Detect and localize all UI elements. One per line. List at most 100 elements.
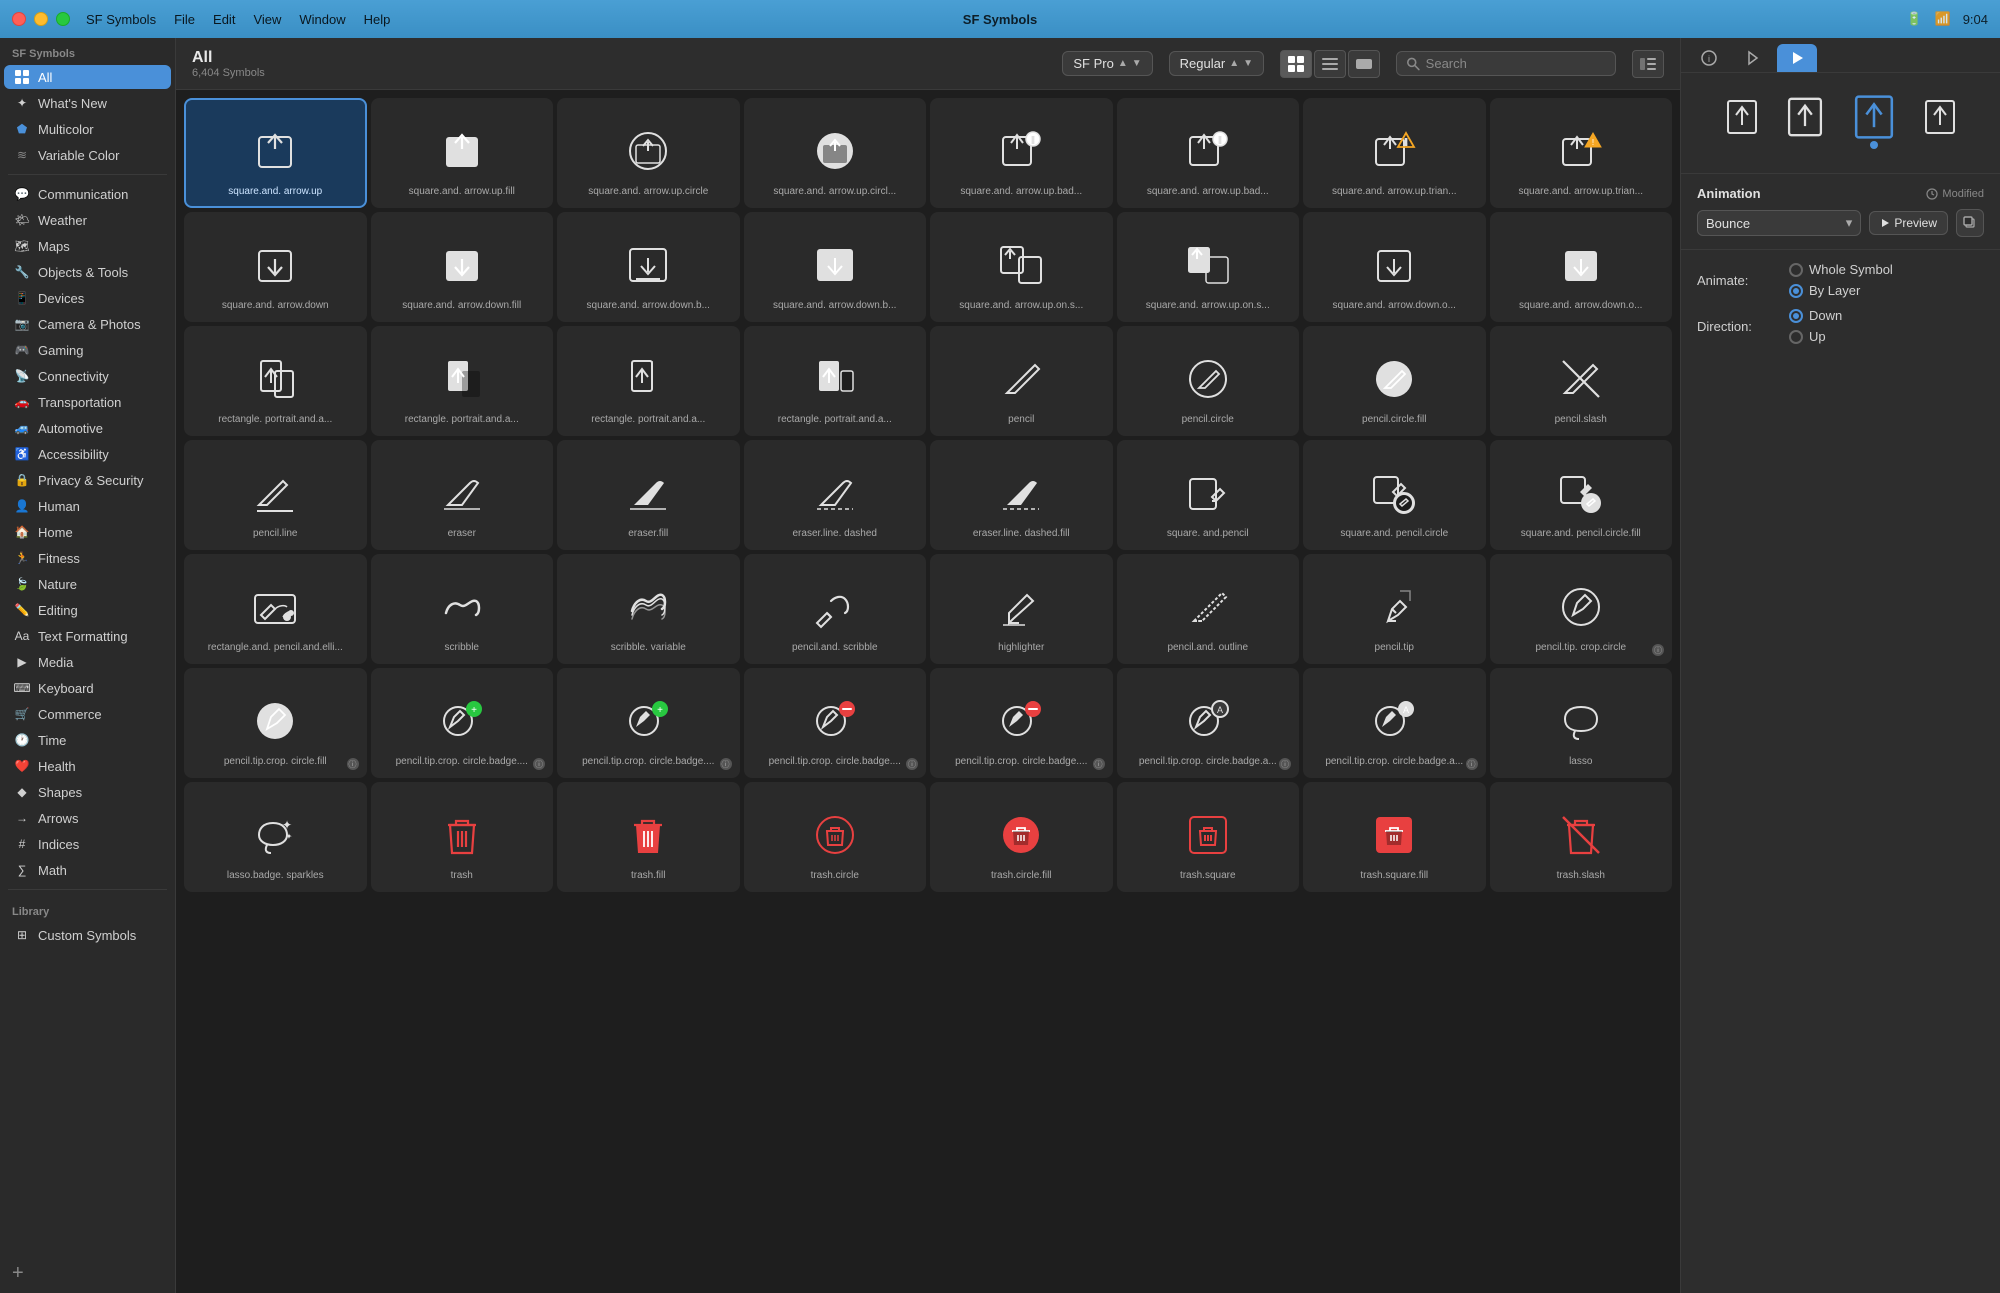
symbol-cell-share-down-o2[interactable]: square.and. arrow.down.o...: [1490, 212, 1673, 322]
symbol-cell-pencil-tip-badge-plus2[interactable]: +pencil.tip.crop. circle.badge....ⓘ: [557, 668, 740, 778]
sidebar-item-privacy[interactable]: 🔒 Privacy & Security: [4, 468, 171, 492]
symbol-cell-rect-portrait-a3[interactable]: rectangle. portrait.and.a...: [557, 326, 740, 436]
sidebar-item-maps[interactable]: 🗺 Maps: [4, 234, 171, 258]
sidebar-item-camera[interactable]: 📷 Camera & Photos: [4, 312, 171, 336]
sidebar-item-transportation[interactable]: 🚗 Transportation: [4, 390, 171, 414]
symbol-cell-trash-circle[interactable]: trash.circle: [744, 782, 927, 892]
symbol-cell-trash-square[interactable]: trash.square: [1117, 782, 1300, 892]
symbol-cell-pencil-scribble[interactable]: pencil.and. scribble: [744, 554, 927, 664]
animate-whole-symbol-option[interactable]: Whole Symbol: [1789, 262, 1893, 277]
symbol-cell-trash-square-fill[interactable]: trash.square.fill: [1303, 782, 1486, 892]
maximize-button[interactable]: [56, 12, 70, 26]
symbol-cell-rect-portrait-a2[interactable]: rectangle. portrait.and.a...: [371, 326, 554, 436]
grid-view-button[interactable]: [1280, 50, 1312, 78]
symbol-cell-eraser[interactable]: eraser: [371, 440, 554, 550]
sidebar-item-text-formatting[interactable]: Aa Text Formatting: [4, 624, 171, 648]
symbol-cell-pencil[interactable]: pencil: [930, 326, 1113, 436]
menu-file[interactable]: File: [174, 12, 195, 27]
sidebar-item-automotive[interactable]: 🚙 Automotive: [4, 416, 171, 440]
sidebar-item-commerce[interactable]: 🛒 Commerce: [4, 702, 171, 726]
symbol-cell-lasso[interactable]: lasso: [1490, 668, 1673, 778]
symbol-cell-pencil-tip-crop-fill[interactable]: pencil.tip.crop. circle.fillⓘ: [184, 668, 367, 778]
tab-play[interactable]: [1777, 44, 1817, 72]
preview-variant-3[interactable]: [1846, 89, 1902, 145]
symbol-cell-share-down-b2[interactable]: square.and. arrow.down.b...: [744, 212, 927, 322]
sidebar-item-connectivity[interactable]: 📡 Connectivity: [4, 364, 171, 388]
direction-down-option[interactable]: Down: [1789, 308, 1842, 323]
symbol-cell-trash-fill[interactable]: trash.fill: [557, 782, 740, 892]
symbol-cell-share-down-b[interactable]: square.and. arrow.down.b...: [557, 212, 740, 322]
search-input[interactable]: [1426, 56, 1605, 71]
direction-down-radio[interactable]: [1789, 309, 1803, 323]
symbol-cell-share-down[interactable]: square.and. arrow.down: [184, 212, 367, 322]
symbol-cell-pencil-tip-badge-a2[interactable]: Apencil.tip.crop. circle.badge.a...ⓘ: [1303, 668, 1486, 778]
search-bar[interactable]: [1396, 51, 1616, 76]
symbol-cell-rect-portrait-a4[interactable]: rectangle. portrait.and.a...: [744, 326, 927, 436]
symbol-cell-square-pencil-circle-fill[interactable]: square.and. pencil.circle.fill: [1490, 440, 1673, 550]
animation-type-select[interactable]: Bounce ▾: [1697, 210, 1861, 236]
animation-copy-button[interactable]: [1956, 209, 1984, 237]
sidebar-item-multicolor[interactable]: ⬟ Multicolor: [4, 117, 171, 141]
sidebar-item-accessibility[interactable]: ♿ Accessibility: [4, 442, 171, 466]
tab-info[interactable]: i: [1689, 44, 1729, 72]
sidebar-item-indices[interactable]: # Indices: [4, 832, 171, 856]
symbol-cell-share-up-badge2[interactable]: !square.and. arrow.up.bad...: [1117, 98, 1300, 208]
sidebar-item-whats-new[interactable]: ✦ What's New: [4, 91, 171, 115]
sidebar-item-variable-color[interactable]: ≋ Variable Color: [4, 143, 171, 167]
sidebar-item-arrows[interactable]: → Arrows: [4, 806, 171, 830]
sidebar-item-editing[interactable]: ✏️ Editing: [4, 598, 171, 622]
gallery-view-button[interactable]: [1348, 50, 1380, 78]
symbol-cell-pencil-slash[interactable]: pencil.slash: [1490, 326, 1673, 436]
sidebar-item-shapes[interactable]: ◆ Shapes: [4, 780, 171, 804]
symbol-cell-pencil-tip-badge-plus[interactable]: +pencil.tip.crop. circle.badge....ⓘ: [371, 668, 554, 778]
sidebar-item-home[interactable]: 🏠 Home: [4, 520, 171, 544]
close-button[interactable]: [12, 12, 26, 26]
sidebar-toggle-button[interactable]: [1632, 50, 1664, 78]
preview-variant-1[interactable]: [1720, 95, 1764, 139]
symbol-cell-share-up-triangle2[interactable]: !square.and. arrow.up.trian...: [1490, 98, 1673, 208]
font-selector[interactable]: SF Pro ▲ ▼: [1062, 51, 1152, 76]
add-library-button[interactable]: +: [0, 1254, 175, 1293]
symbol-cell-pencil-tip-badge-a[interactable]: Apencil.tip.crop. circle.badge.a...ⓘ: [1117, 668, 1300, 778]
symbol-cell-scribble-variable[interactable]: scribble. variable: [557, 554, 740, 664]
symbol-cell-highlighter[interactable]: highlighter: [930, 554, 1113, 664]
weight-selector[interactable]: Regular ▲ ▼: [1169, 51, 1264, 76]
sidebar-item-human[interactable]: 👤 Human: [4, 494, 171, 518]
animation-preview-button[interactable]: Preview: [1869, 211, 1948, 235]
symbol-cell-rect-portrait-a[interactable]: rectangle. portrait.and.a...: [184, 326, 367, 436]
symbol-cell-pencil-tip-badge-minus2[interactable]: pencil.tip.crop. circle.badge....ⓘ: [930, 668, 1113, 778]
symbol-cell-share-down-o[interactable]: square.and. arrow.down.o...: [1303, 212, 1486, 322]
symbol-cell-share-up-badge[interactable]: !square.and. arrow.up.bad...: [930, 98, 1113, 208]
symbol-cell-pencil-tip-badge-minus[interactable]: pencil.tip.crop. circle.badge....ⓘ: [744, 668, 927, 778]
menu-window[interactable]: Window: [299, 12, 345, 27]
sidebar-item-gaming[interactable]: 🎮 Gaming: [4, 338, 171, 362]
menu-app[interactable]: SF Symbols: [86, 12, 156, 27]
preview-variant-4[interactable]: [1918, 95, 1962, 139]
menu-help[interactable]: Help: [364, 12, 391, 27]
menu-view[interactable]: View: [253, 12, 281, 27]
symbol-cell-share-up-circle[interactable]: square.and. arrow.up.circle: [557, 98, 740, 208]
symbol-cell-square-pencil[interactable]: square. and.pencil: [1117, 440, 1300, 550]
sidebar-item-time[interactable]: 🕐 Time: [4, 728, 171, 752]
symbol-cell-lasso-sparkles[interactable]: ✦✦lasso.badge. sparkles: [184, 782, 367, 892]
symbol-cell-share-up-triangle[interactable]: !square.and. arrow.up.trian...: [1303, 98, 1486, 208]
minimize-button[interactable]: [34, 12, 48, 26]
sidebar-item-custom-symbols[interactable]: ⊞ Custom Symbols: [4, 923, 171, 947]
symbol-cell-pencil-circle-fill[interactable]: pencil.circle.fill: [1303, 326, 1486, 436]
sidebar-item-all[interactable]: All: [4, 65, 171, 89]
symbol-cell-eraser-fill[interactable]: eraser.fill: [557, 440, 740, 550]
sidebar-item-weather[interactable]: 🌤 Weather: [4, 208, 171, 232]
sidebar-item-media[interactable]: ▶ Media: [4, 650, 171, 674]
sidebar-item-nature[interactable]: 🍃 Nature: [4, 572, 171, 596]
by-layer-radio[interactable]: [1789, 284, 1803, 298]
symbol-cell-share-up-on-s[interactable]: square.and. arrow.up.on.s...: [930, 212, 1113, 322]
symbol-cell-trash-circle-fill[interactable]: trash.circle.fill: [930, 782, 1113, 892]
sidebar-item-objects-tools[interactable]: 🔧 Objects & Tools: [4, 260, 171, 284]
symbol-cell-share-down-fill[interactable]: square.and. arrow.down.fill: [371, 212, 554, 322]
symbol-cell-pencil-circle[interactable]: pencil.circle: [1117, 326, 1300, 436]
symbol-cell-pencil-line[interactable]: pencil.line: [184, 440, 367, 550]
sidebar-item-math[interactable]: ∑ Math: [4, 858, 171, 882]
symbol-cell-pencil-tip-crop[interactable]: pencil.tip. crop.circleⓘ: [1490, 554, 1673, 664]
whole-symbol-radio[interactable]: [1789, 263, 1803, 277]
preview-variant-2[interactable]: [1780, 92, 1830, 142]
